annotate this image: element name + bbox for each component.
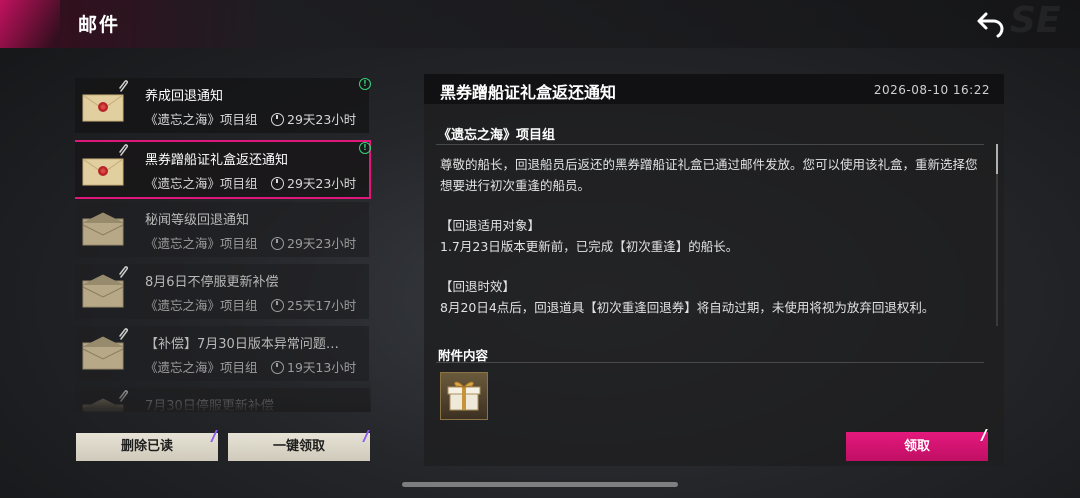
new-mail-indicator-icon: ! (359, 78, 371, 90)
claim-all-label: 一键领取 (272, 439, 325, 454)
mail-sender: 《遗忘之海》项目组 (145, 112, 258, 127)
clock-icon (271, 237, 284, 250)
paperclip-icon (119, 80, 128, 92)
gift-box-icon (447, 381, 481, 411)
divider (436, 362, 984, 363)
delete-read-label: 删除已读 (120, 439, 173, 454)
mail-expiry-text: 29天23小时 (287, 236, 357, 251)
mail-expiry: 29天23小时 (271, 109, 356, 128)
body-paragraph: 尊敬的船长，回退船员后返还的黑券蹭船证礼盒已通过邮件发放。您可以使用该礼盒，重新… (440, 157, 978, 193)
claim-button[interactable]: 领取 (846, 429, 988, 461)
mail-item[interactable]: 8月6日不停服更新补偿 《遗忘之海》项目组 25天17小时 (75, 264, 369, 319)
paragraph-spacer (440, 257, 985, 276)
mail-sender: 《遗忘之海》项目组 (145, 236, 258, 251)
mail-item[interactable]: ! 黑券蹭船证礼盒返还通知 《遗忘之海》项目组 29天23小时 (75, 140, 371, 199)
mail-expiry-text: 25天17小时 (287, 298, 357, 313)
list-fade-overlay (75, 378, 371, 412)
clock-icon (271, 177, 284, 190)
mail-title: 【补偿】7月30日版本异常问题… (145, 337, 339, 352)
page-title: 邮件 (78, 14, 121, 36)
mail-expiry-text: 29天23小时 (287, 176, 357, 191)
claim-all-button[interactable]: 一键领取 (228, 430, 370, 461)
mail-item[interactable]: 【补偿】7月30日版本异常问题… 《遗忘之海》项目组 19天13小时 (75, 326, 369, 381)
paperclip-icon (119, 328, 128, 340)
back-button[interactable] (976, 10, 1006, 38)
clock-icon (271, 113, 284, 126)
mail-item[interactable]: 秘闻等级回退通知 《遗忘之海》项目组 29天23小时 (75, 202, 369, 257)
mail-sender: 《遗忘之海》项目组 (145, 176, 258, 191)
header-accent-stripe (0, 0, 60, 48)
divider (436, 144, 984, 145)
mail-title: 8月6日不停服更新补偿 (145, 275, 279, 290)
paperclip-icon (119, 266, 128, 278)
mail-sender: 《遗忘之海》项目组 (145, 298, 258, 313)
opened-envelope-icon (82, 212, 124, 246)
detail-sender: 《遗忘之海》项目组 (438, 128, 556, 143)
clock-icon (271, 361, 284, 374)
mail-expiry: 19天13小时 (271, 357, 356, 376)
mail-expiry: 29天23小时 (271, 233, 356, 252)
mail-item[interactable]: ! 养成回退通知《遗忘之海》项目组 29天23小时 (75, 78, 371, 133)
claim-label: 领取 (903, 439, 930, 454)
detail-header: 黑券蹭船证礼盒返还通知 2026-08-10 16:22 (424, 74, 1004, 104)
clock-icon (271, 299, 284, 312)
mail-list[interactable]: ! 养成回退通知 《遗忘之海》项目组 29天23小时! 黑券蹭船证礼盒返还通知 《遗忘之海… (75, 78, 371, 412)
mail-title: 养成回退通知 (145, 89, 224, 104)
background-logo: SE (1010, 0, 1061, 41)
body-paragraph: 【回退时效】 (440, 279, 516, 294)
home-indicator[interactable] (402, 482, 678, 487)
mail-expiry: 25天17小时 (271, 295, 356, 314)
detail-scrollbar[interactable] (996, 144, 998, 326)
detail-title: 黑券蹭船证礼盒返还通知 (440, 83, 617, 102)
detail-date: 2026-08-10 16:22 (873, 83, 990, 97)
mail-expiry-text: 29天23小时 (287, 112, 357, 127)
new-mail-indicator-icon: ! (359, 142, 371, 154)
mail-title: 秘闻等级回退通知 (145, 213, 250, 228)
back-arrow-icon (977, 12, 1004, 38)
delete-read-button[interactable]: 删除已读 (76, 430, 218, 461)
mail-title: 黑券蹭船证礼盒返还通知 (145, 153, 289, 168)
body-paragraph: 【回退适用对象】 (440, 218, 541, 233)
attachment-item[interactable] (440, 372, 488, 420)
mail-sender: 《遗忘之海》项目组 (145, 360, 258, 375)
mail-detail-panel: 黑券蹭船证礼盒返还通知 2026-08-10 16:22 《遗忘之海》项目组 尊… (424, 74, 1004, 466)
detail-body[interactable]: 尊敬的船长，回退船员后返还的黑券蹭船证礼盒已通过邮件发放。您可以使用该礼盒，重新… (440, 154, 985, 326)
paperclip-icon (119, 144, 128, 156)
body-paragraph: 8月20日4点后，回退道具【初次重逢回退券】将自动过期，未使用将视为放弃回退权利… (440, 300, 935, 315)
body-paragraph: 1.7月23日版本更新前，已完成【初次重逢】的船长。 (440, 239, 739, 254)
mail-expiry-text: 19天13小时 (287, 360, 357, 375)
mail-expiry: 29天23小时 (271, 173, 356, 192)
top-bar: SE (0, 0, 1080, 48)
paragraph-spacer (440, 196, 985, 215)
